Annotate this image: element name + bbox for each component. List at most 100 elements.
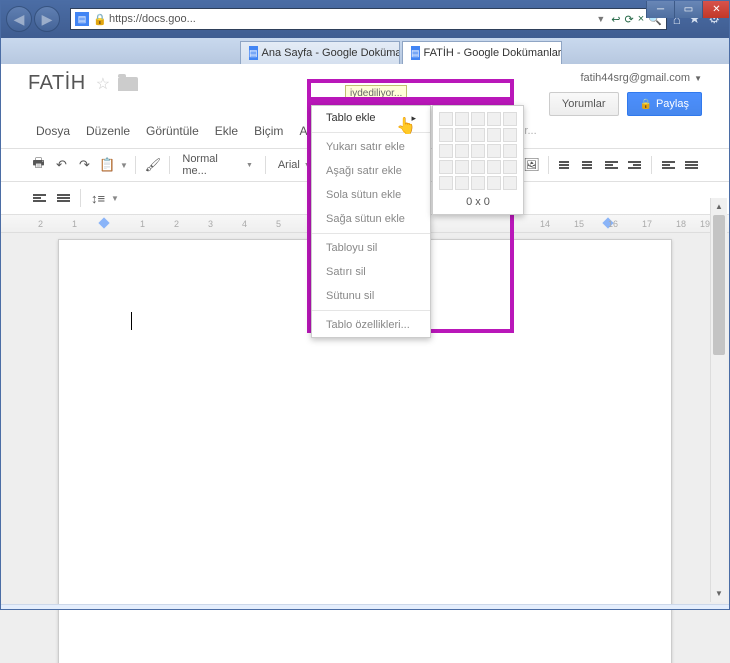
ruler-tick: 2: [38, 219, 43, 229]
scroll-up-icon[interactable]: ▲: [711, 198, 727, 215]
table-size-cell[interactable]: [439, 176, 453, 190]
refresh-icon[interactable]: ⟳: [624, 13, 633, 26]
tab-favicon: ▤: [249, 46, 258, 60]
menu-item-col-right[interactable]: Sağa sütun ekle: [312, 207, 430, 231]
increase-indent-icon[interactable]: [624, 154, 645, 176]
table-size-cell[interactable]: [471, 176, 485, 190]
ruler-tick: 5: [276, 219, 281, 229]
table-size-cell[interactable]: [439, 160, 453, 174]
scroll-down-icon[interactable]: ▼: [711, 585, 727, 602]
menu-item-delete-row[interactable]: Satırı sil: [312, 260, 430, 284]
browser-titlebar: ◀ ▶ ▤ 🔒 https://docs.goo... ▼ ↩ ⟳ × 🔍 ⌂ …: [0, 0, 730, 38]
table-size-picker[interactable]: 0 x 0: [432, 105, 524, 215]
site-favicon: ▤: [75, 12, 89, 26]
scroll-thumb[interactable]: [713, 215, 725, 355]
ruler-tick: 1: [140, 219, 145, 229]
print-icon[interactable]: 🖶: [28, 154, 49, 176]
menu-item-table-props[interactable]: Tablo özellikleri...: [312, 313, 430, 337]
table-size-cell[interactable]: [487, 128, 501, 142]
table-size-cell[interactable]: [439, 112, 453, 126]
table-size-cell[interactable]: [471, 144, 485, 158]
redo-icon[interactable]: ↷: [74, 154, 95, 176]
vertical-scrollbar[interactable]: ▲ ▼: [710, 198, 727, 602]
paragraph-style-select[interactable]: Normal me...▼: [176, 154, 259, 176]
nav-back-button[interactable]: ◀: [6, 6, 32, 32]
menu-insert[interactable]: Ekle: [207, 120, 246, 142]
menu-format[interactable]: Biçim: [246, 120, 291, 142]
tab-favicon: ▤: [411, 46, 420, 60]
clipboard-icon[interactable]: 📋: [97, 154, 118, 176]
table-size-cell[interactable]: [503, 144, 517, 158]
chevron-down-icon: ▼: [694, 74, 702, 83]
stop-icon[interactable]: ×: [638, 13, 644, 25]
bulleted-list-icon[interactable]: [555, 154, 576, 176]
table-size-cell[interactable]: [439, 128, 453, 142]
table-size-cell[interactable]: [503, 128, 517, 142]
table-size-cell[interactable]: [503, 176, 517, 190]
table-size-grid[interactable]: [439, 112, 517, 190]
numbered-list-icon[interactable]: [578, 154, 599, 176]
paint-format-icon[interactable]: 🖌: [142, 154, 163, 176]
decrease-indent-icon[interactable]: [601, 154, 622, 176]
table-size-cell[interactable]: [439, 144, 453, 158]
table-size-cell[interactable]: [471, 128, 485, 142]
browser-tab[interactable]: ▤ Ana Sayfa - Google Dokümanlar: [240, 41, 400, 64]
comments-button[interactable]: Yorumlar: [549, 92, 619, 116]
table-size-cell[interactable]: [455, 112, 469, 126]
user-email[interactable]: fatih44srg@gmail.com ▼: [549, 72, 702, 84]
star-icon[interactable]: ☆: [96, 74, 110, 94]
menu-item-delete-table[interactable]: Tabloyu sil: [312, 236, 430, 260]
table-size-cell[interactable]: [455, 176, 469, 190]
menu-file[interactable]: Dosya: [28, 120, 78, 142]
doc-title[interactable]: FATİH: [28, 72, 86, 95]
share-button[interactable]: 🔒 Paylaş: [627, 92, 702, 116]
window-close-button[interactable]: ✕: [702, 0, 730, 18]
menu-item-insert-table[interactable]: Tablo ekle ▸: [312, 106, 430, 130]
table-size-cell[interactable]: [455, 144, 469, 158]
address-bar[interactable]: ▤ 🔒 https://docs.goo... ▼ ↩ ⟳ × 🔍: [70, 8, 667, 30]
table-size-cell[interactable]: [455, 128, 469, 142]
compat-view-icon[interactable]: ↩: [611, 13, 620, 26]
menu-item-col-left[interactable]: Sola sütun ekle: [312, 183, 430, 207]
align-left-icon[interactable]: [28, 187, 50, 209]
align-justify-icon[interactable]: [681, 154, 702, 176]
menu-item-delete-col[interactable]: Sütunu sil: [312, 284, 430, 308]
url-dropdown-icon[interactable]: ▼: [596, 14, 605, 24]
undo-icon[interactable]: ↶: [51, 154, 72, 176]
align-left-icon[interactable]: [658, 154, 679, 176]
menu-view[interactable]: Görüntüle: [138, 120, 207, 142]
table-menu-dropdown: Tablo ekle ▸ Yukarı satır ekle Aşağı sat…: [311, 105, 431, 338]
line-spacing-icon[interactable]: ↕≡: [87, 187, 109, 209]
window-maximize-button[interactable]: ▭: [674, 0, 702, 18]
window-minimize-button[interactable]: ─: [646, 0, 674, 18]
indent-marker[interactable]: [98, 217, 109, 228]
image-icon[interactable]: 🖼: [521, 154, 542, 176]
table-size-cell[interactable]: [503, 112, 517, 126]
lock-icon: 🔒: [640, 99, 652, 110]
ruler-tick: 17: [642, 219, 652, 229]
align-justify-icon[interactable]: [52, 187, 74, 209]
ruler-tick: 1: [72, 219, 77, 229]
table-size-cell[interactable]: [471, 112, 485, 126]
table-size-cell[interactable]: [487, 160, 501, 174]
ruler-tick: 3: [208, 219, 213, 229]
status-bar: [0, 604, 730, 610]
browser-tab-bar: ▤ Ana Sayfa - Google Dokümanlar ▤ FATİH …: [0, 38, 730, 64]
ruler-tick: 2: [174, 219, 179, 229]
browser-tab[interactable]: ▤ FATİH - Google Dokümanlar ×: [402, 41, 562, 64]
chevron-down-icon[interactable]: ▼: [120, 161, 130, 170]
url-text: https://docs.goo...: [109, 13, 592, 25]
menu-item-row-above[interactable]: Yukarı satır ekle: [312, 135, 430, 159]
table-size-cell[interactable]: [487, 144, 501, 158]
nav-forward-button[interactable]: ▶: [34, 6, 60, 32]
table-size-cell[interactable]: [455, 160, 469, 174]
table-size-cell[interactable]: [471, 160, 485, 174]
table-size-cell[interactable]: [487, 112, 501, 126]
table-size-cell[interactable]: [487, 176, 501, 190]
menu-item-row-below[interactable]: Aşağı satır ekle: [312, 159, 430, 183]
folder-icon[interactable]: [118, 77, 138, 91]
table-size-cell[interactable]: [503, 160, 517, 174]
menu-edit[interactable]: Düzenle: [78, 120, 138, 142]
ruler-tick: 15: [574, 219, 584, 229]
chevron-down-icon[interactable]: ▼: [111, 194, 121, 203]
